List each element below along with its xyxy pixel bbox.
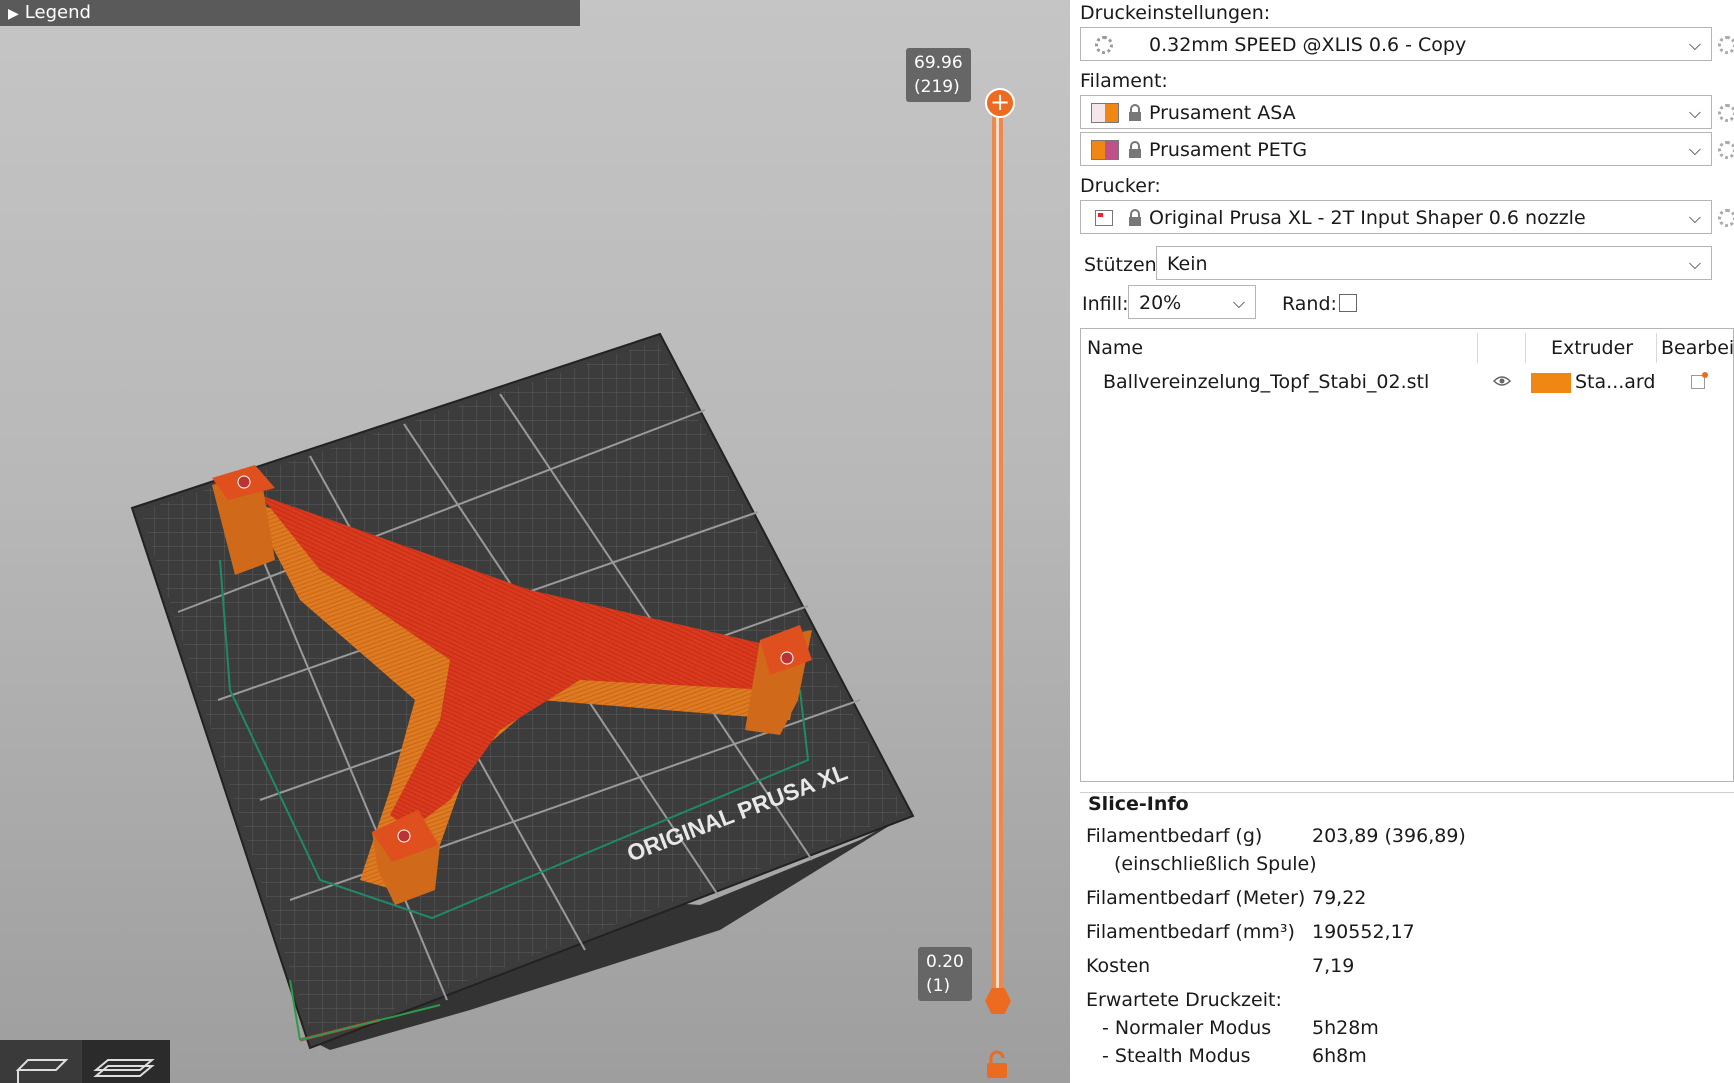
slice-info-key: Erwartete Druckzeit: xyxy=(1086,989,1282,1011)
unlock-icon[interactable] xyxy=(985,1050,1009,1080)
object-name[interactable]: Ballvereinzelung_Topf_Stabi_02.stl xyxy=(1103,369,1429,395)
top-layer-number: (219) xyxy=(914,77,960,97)
filament-gear-icon[interactable] xyxy=(1718,104,1734,122)
slice-info-key: Filamentbedarf (g) xyxy=(1086,825,1263,847)
slice-info-key: Filamentbedarf (Meter) xyxy=(1086,887,1306,909)
print-settings-label: Druckeinstellungen: xyxy=(1080,2,1271,24)
slice-info-title: Slice-Info xyxy=(1088,793,1195,815)
infill-label: Infill: xyxy=(1082,293,1129,315)
bottom-height: 0.20 xyxy=(926,952,964,972)
brim-checkbox[interactable] xyxy=(1339,294,1357,312)
slice-info-key: - Stealth Modus xyxy=(1102,1045,1251,1067)
filament-dropdown-1[interactable]: Prusament ASA ⌵ xyxy=(1080,95,1712,129)
layer-slider-top-handle[interactable]: + xyxy=(985,88,1015,118)
3d-viewport[interactable]: ORIGINAL PRUSA XL ▶ Legend 69.96 (219) 0.… xyxy=(0,0,1070,1083)
legend-toggle[interactable]: ▶ Legend xyxy=(0,0,580,26)
printer-dropdown[interactable]: Original Prusa XL - 2T Input Shaper 0.6 … xyxy=(1080,200,1712,234)
lock-icon xyxy=(1129,209,1141,226)
slice-info-key: Filamentbedarf (mm³) xyxy=(1086,921,1295,943)
column-edit[interactable]: Bearbei... xyxy=(1661,329,1733,367)
filament-label: Filament: xyxy=(1080,70,1168,92)
column-divider xyxy=(1525,333,1526,363)
legend-label: Legend xyxy=(24,2,91,23)
lock-icon xyxy=(1129,104,1141,121)
supports-dropdown[interactable]: Kein ⌵ xyxy=(1156,246,1712,280)
print-settings-value: 0.32mm SPEED @XLIS 0.6 - Copy xyxy=(1149,34,1467,56)
column-divider xyxy=(1656,333,1657,363)
settings-panel: Druckeinstellungen: 0.32mm SPEED @XLIS 0… xyxy=(1072,0,1734,1083)
printer-value: Original Prusa XL - 2T Input Shaper 0.6 … xyxy=(1149,207,1586,229)
lock-icon xyxy=(1129,141,1141,158)
supports-label: Stützen: xyxy=(1084,254,1164,276)
slice-info-key: (einschließlich Spule) xyxy=(1114,853,1317,875)
infill-value: 20% xyxy=(1139,292,1182,314)
chevron-down-icon: ⌵ xyxy=(1688,140,1701,159)
cube-icon xyxy=(15,1059,69,1083)
slice-info-value: 79,22 xyxy=(1312,887,1367,909)
bottom-layer-number: (1) xyxy=(926,976,951,996)
chevron-down-icon: ⌵ xyxy=(1688,208,1701,227)
supports-value: Kein xyxy=(1167,253,1208,275)
print-settings-dropdown[interactable]: 0.32mm SPEED @XLIS 0.6 - Copy ⌵ xyxy=(1080,27,1712,61)
view-mode-toolbar xyxy=(0,1040,170,1083)
layers-icon xyxy=(93,1059,155,1077)
extruder-color-swatch[interactable] xyxy=(1531,373,1571,393)
filament-color-swatch xyxy=(1091,103,1119,123)
filament-name: Prusament ASA xyxy=(1149,102,1296,124)
printer-icon xyxy=(1095,210,1113,226)
slice-info-value: 190552,17 xyxy=(1312,921,1415,943)
filament-gear-icon[interactable] xyxy=(1718,141,1734,159)
top-height: 69.96 xyxy=(914,53,963,73)
slice-info-key: Kosten xyxy=(1086,955,1151,977)
slice-info-value: 5h28m xyxy=(1312,1017,1379,1039)
chevron-down-icon: ⌵ xyxy=(1688,254,1701,273)
layer-slider-track[interactable] xyxy=(992,100,1003,1000)
slice-info-value: 203,89 (396,89) xyxy=(1312,825,1466,847)
infill-dropdown[interactable]: 20% ⌵ xyxy=(1128,285,1256,319)
slice-info: Slice-Info Filamentbedarf (g) 203,89 (39… xyxy=(1080,792,1734,1075)
preview-button[interactable] xyxy=(86,1040,168,1083)
chevron-down-icon: ⌵ xyxy=(1688,35,1701,54)
print-bed-scene: ORIGINAL PRUSA XL xyxy=(130,332,915,1050)
filament-dropdown-2[interactable]: Prusament PETG ⌵ xyxy=(1080,132,1712,166)
extruder-value[interactable]: Sta...ard xyxy=(1575,369,1655,395)
gear-icon xyxy=(1095,36,1113,54)
printer-gear-icon[interactable] xyxy=(1718,209,1734,227)
filament-color-swatch xyxy=(1091,140,1119,160)
slice-info-key: - Normaler Modus xyxy=(1102,1017,1272,1039)
printer-label: Drucker: xyxy=(1080,175,1161,197)
filament-name: Prusament PETG xyxy=(1149,139,1308,161)
edit-icon[interactable] xyxy=(1691,372,1708,389)
column-divider xyxy=(1477,333,1478,363)
chevron-down-icon: ⌵ xyxy=(1688,103,1701,122)
settings-gear-icon[interactable] xyxy=(1718,36,1734,54)
layer-slider-bottom-tooltip: 0.20 (1) xyxy=(918,947,972,1001)
chevron-down-icon: ⌵ xyxy=(1232,293,1245,312)
object-list[interactable]: Name Extruder Bearbei... Ballvereinzelun… xyxy=(1080,328,1734,782)
brim-label: Rand: xyxy=(1282,293,1337,315)
slice-info-value: 6h8m xyxy=(1312,1045,1367,1067)
slice-info-value: 7,19 xyxy=(1312,955,1355,977)
column-extruder[interactable]: Extruder xyxy=(1551,329,1633,367)
3d-view-button[interactable] xyxy=(0,1040,82,1083)
column-name[interactable]: Name xyxy=(1087,329,1143,367)
expand-triangle-icon: ▶ xyxy=(8,6,19,22)
layer-slider-top-tooltip: 69.96 (219) xyxy=(906,48,971,102)
eye-icon[interactable] xyxy=(1493,375,1511,387)
